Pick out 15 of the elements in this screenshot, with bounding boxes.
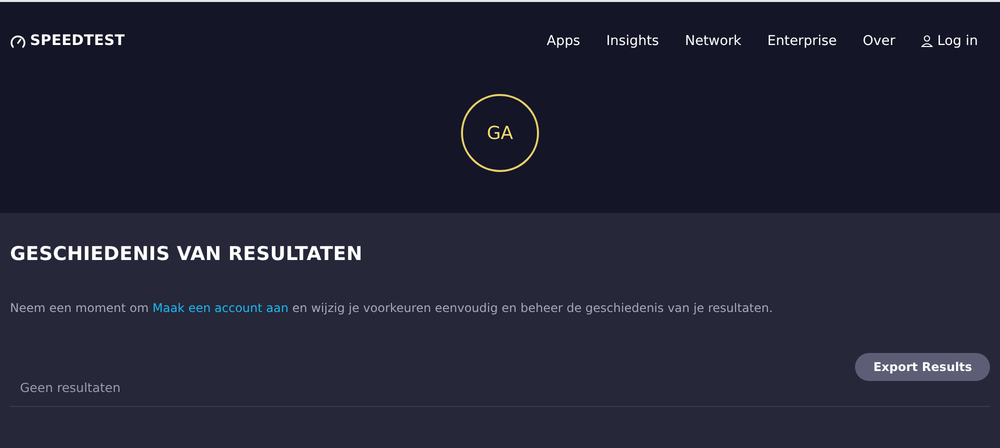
export-button[interactable]: Export Results bbox=[855, 353, 990, 381]
nav-link[interactable]: Apps bbox=[546, 33, 580, 49]
logo-text[interactable]: SPEEDTEST bbox=[30, 33, 125, 49]
speedometer-icon bbox=[10, 34, 26, 48]
empty-message: Geen resultaten bbox=[10, 380, 990, 407]
nav-link[interactable]: Insights bbox=[606, 33, 659, 49]
intro-text: Neem een moment om Maak een account aan en wijzig je voorkeuren eenvoudig en beheer de geschiedenis van je resultaten. bbox=[10, 301, 774, 315]
user-icon bbox=[921, 35, 934, 47]
create-account-link[interactable]: Maak een account aan bbox=[152, 301, 288, 315]
login-link[interactable]: Log in bbox=[921, 33, 978, 49]
section-title: GESCHIEDENIS VAN RESULTATEN bbox=[10, 243, 364, 265]
nav-link[interactable]: Enterprise bbox=[767, 33, 837, 49]
nav-link[interactable]: Over bbox=[862, 33, 896, 49]
nav-link[interactable]: Network bbox=[684, 33, 742, 49]
avatar: GA bbox=[461, 94, 539, 172]
